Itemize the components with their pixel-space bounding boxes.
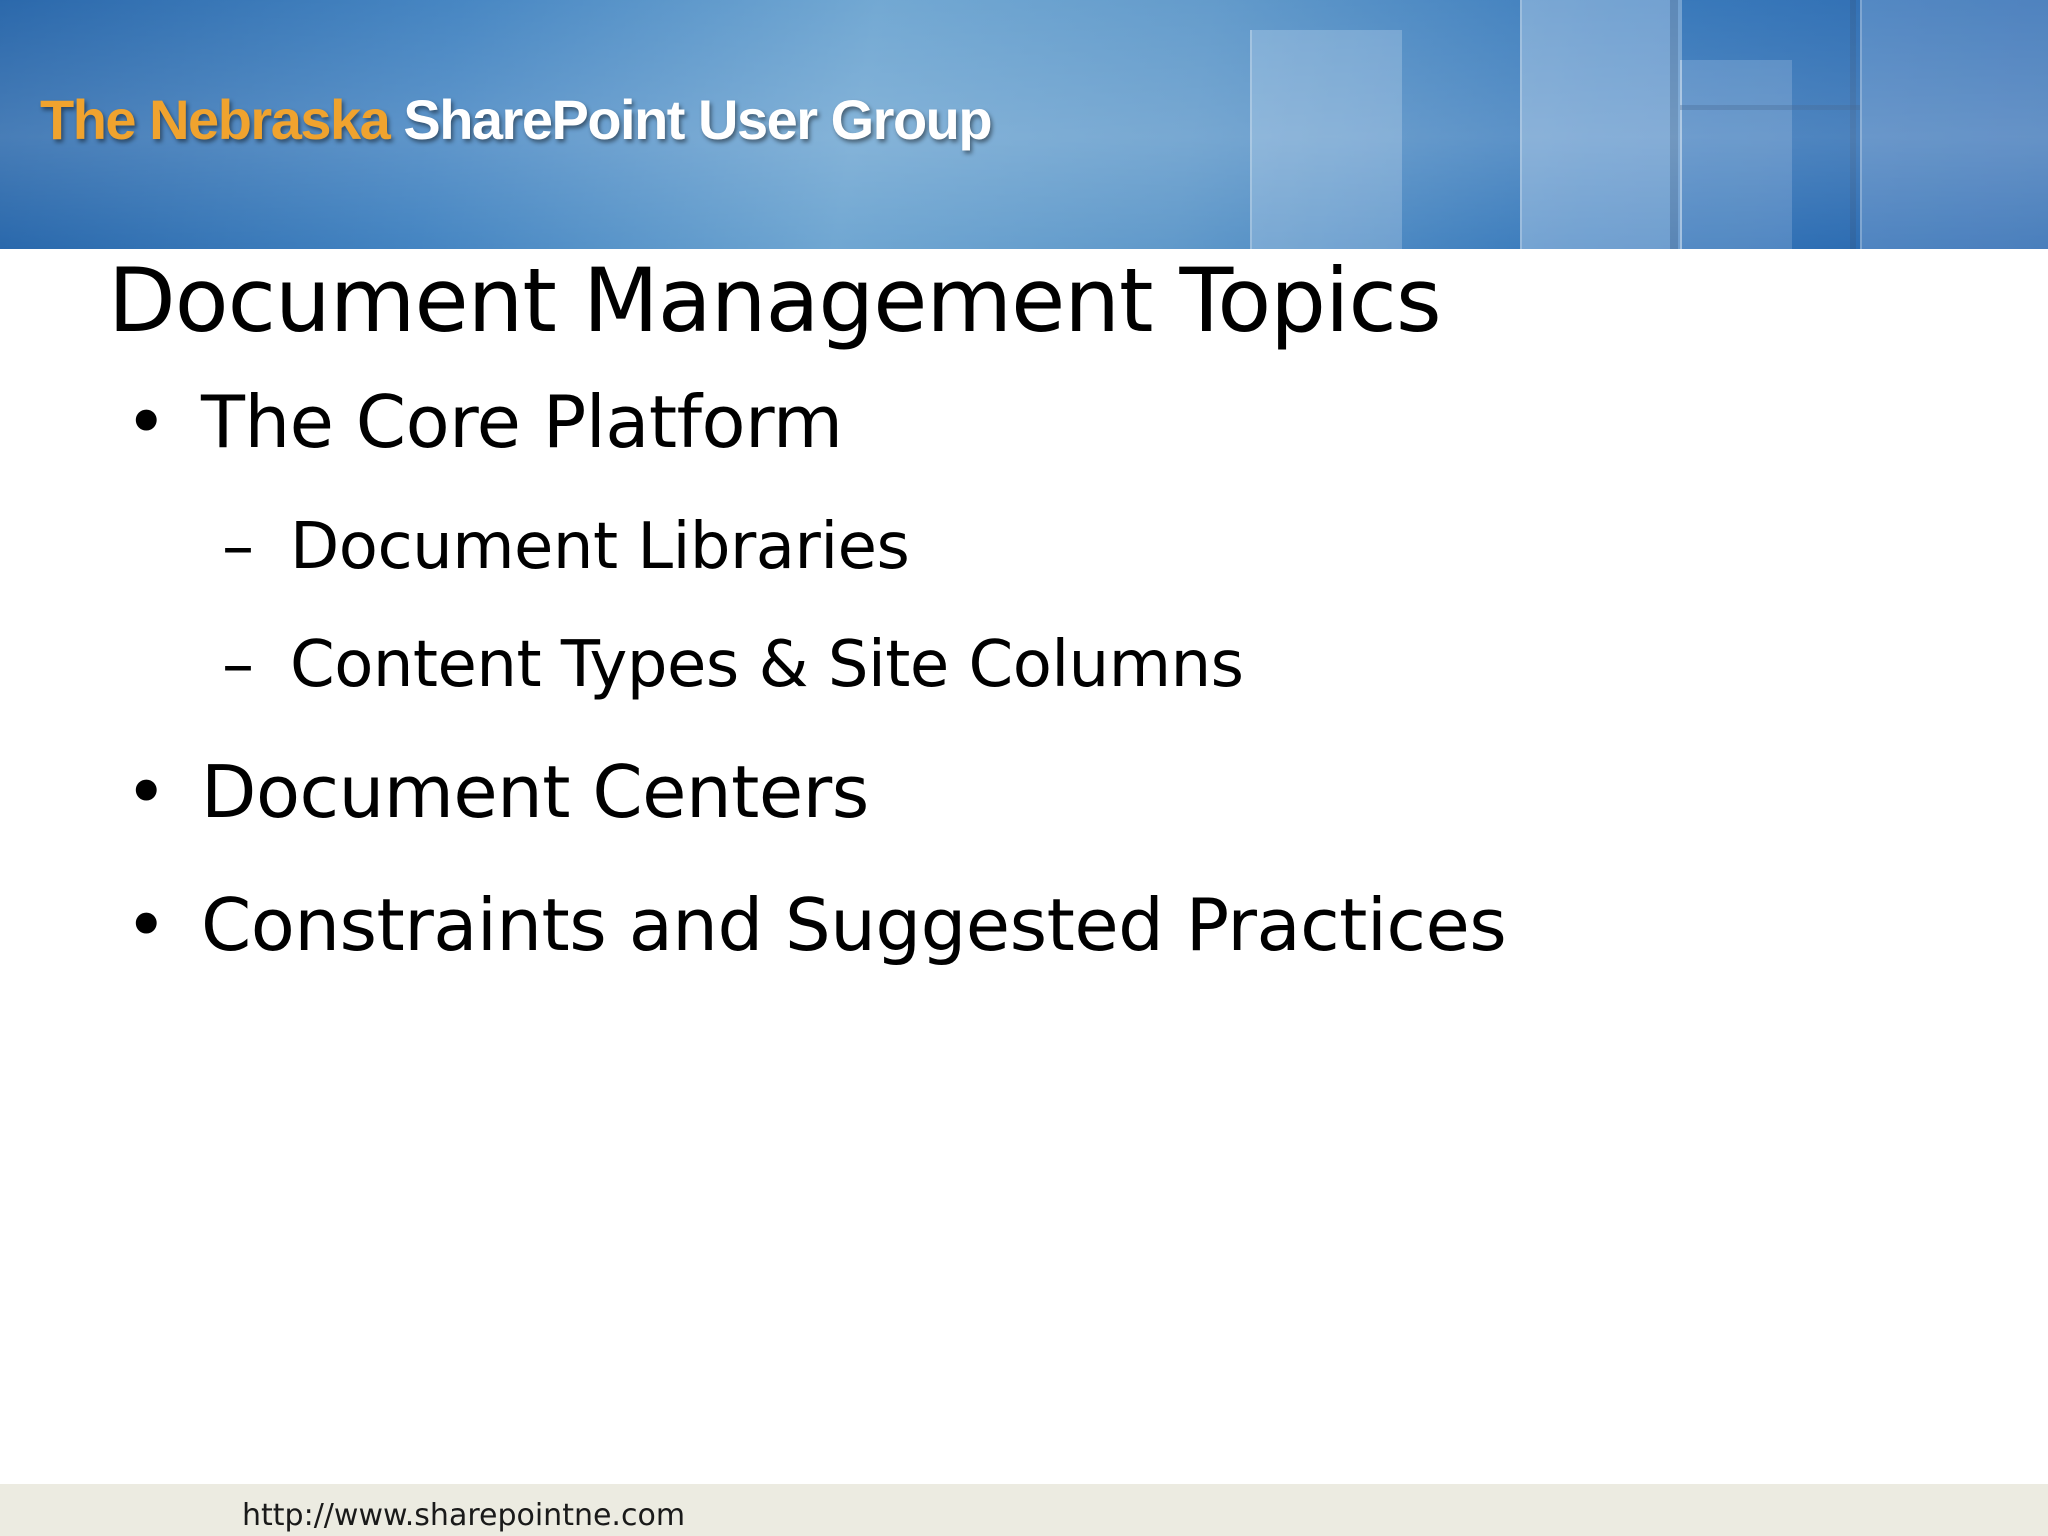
bullet-marker: • <box>125 883 167 967</box>
bullet-marker: • <box>125 750 167 834</box>
sub-bullet-text: Document Libraries <box>290 510 910 584</box>
sub-bullet-marker: – <box>222 628 254 702</box>
bullet-list: • The Core Platform – Document Libraries –… <box>0 0 2048 1536</box>
bullet-item: • Document Centers <box>125 756 869 828</box>
footer-url-link[interactable]: http://www.sharepointne.com <box>242 1501 685 1531</box>
bullet-text: The Core Platform <box>201 380 843 464</box>
bullet-text: Constraints and Suggested Practices <box>201 883 1507 967</box>
sub-bullet-text: Content Types & Site Columns <box>290 628 1244 702</box>
bullet-text: Document Centers <box>201 750 869 834</box>
slide: The Nebraska SharePoint User Group Docum… <box>0 0 2048 1536</box>
bullet-item: • Constraints and Suggested Practices <box>125 883 1507 967</box>
bullet-marker: • <box>125 380 167 464</box>
sub-bullet-item: – Content Types & Site Columns <box>222 628 1244 702</box>
bullet-item: • The Core Platform <box>125 380 843 464</box>
sub-bullet-item: – Document Libraries <box>222 510 910 584</box>
sub-bullet-marker: – <box>222 510 254 584</box>
